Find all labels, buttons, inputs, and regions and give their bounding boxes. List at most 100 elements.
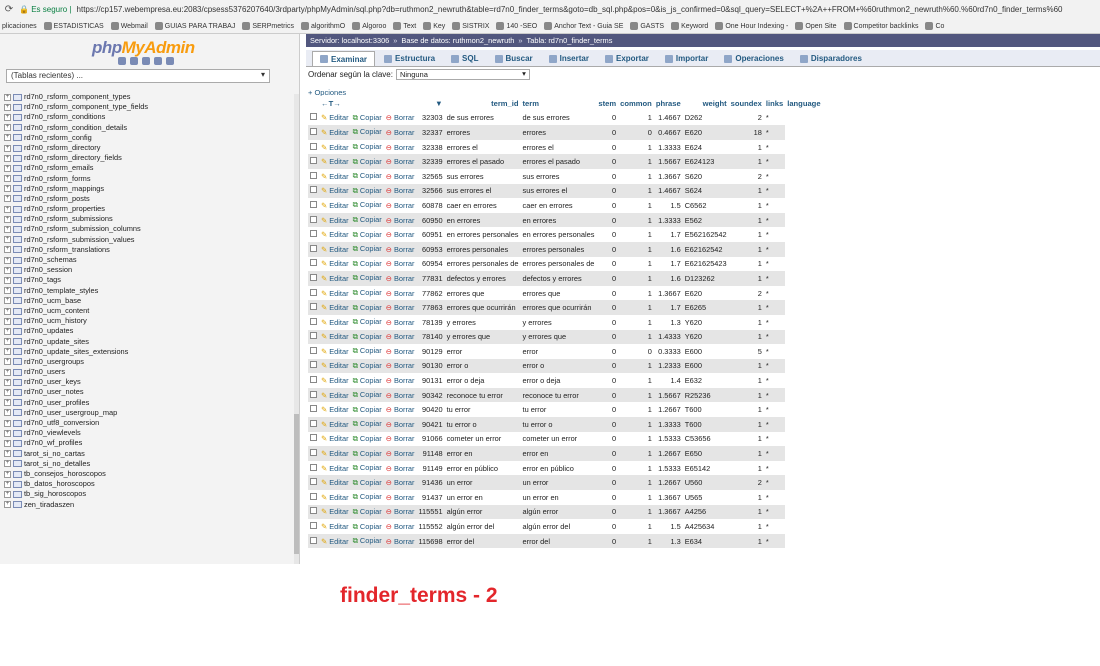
row-delete-link[interactable]: ⊖ Borrar (386, 493, 415, 502)
row-delete-link[interactable]: ⊖ Borrar (386, 434, 415, 443)
bookmark-item[interactable]: Webmail (110, 22, 148, 30)
sidebar-table-item[interactable]: + rd7n0_users (4, 367, 294, 377)
sidebar-table-item[interactable]: + rd7n0_session (4, 265, 294, 275)
sidebar-table-item[interactable]: + rd7n0_user_profiles (4, 398, 294, 408)
row-delete-link[interactable]: ⊖ Borrar (386, 537, 415, 546)
row-copy-link[interactable]: ⧉ Copiar (353, 215, 382, 224)
row-copy-link[interactable]: ⧉ Copiar (353, 127, 382, 136)
row-delete-link[interactable]: ⊖ Borrar (386, 289, 415, 298)
expand-icon[interactable]: + (4, 226, 11, 234)
row-delete-link[interactable]: ⊖ Borrar (386, 318, 415, 327)
sidebar-table-item[interactable]: + rd7n0_template_styles (4, 286, 294, 296)
phpmyadmin-logo[interactable]: phpMyAdmin (92, 38, 195, 58)
sidebar-table-item[interactable]: + rd7n0_rsform_directory (4, 143, 294, 153)
row-copy-link[interactable]: ⧉ Copiar (353, 317, 382, 326)
tab-buscar[interactable]: Buscar (488, 51, 540, 66)
sidebar-table-item[interactable]: + rd7n0_updates (4, 326, 294, 336)
expand-icon[interactable]: + (4, 338, 11, 346)
bookmark-item[interactable]: SERPmetrics (242, 22, 294, 30)
row-edit-link[interactable]: ✎ Editar (321, 128, 349, 137)
row-copy-link[interactable]: ⧉ Copiar (353, 405, 382, 414)
row-delete-link[interactable]: ⊖ Borrar (386, 201, 415, 210)
sidebar-table-item[interactable]: + rd7n0_wf_profiles (4, 438, 294, 448)
sidebar-table-item[interactable]: + rd7n0_viewlevels (4, 428, 294, 438)
row-edit-link[interactable]: ✎ Editar (321, 420, 349, 429)
column-header-stem[interactable]: stem (596, 96, 619, 111)
tab-examinar[interactable]: Examinar (312, 51, 376, 66)
row-edit-link[interactable]: ✎ Editar (321, 434, 349, 443)
row-edit-link[interactable]: ✎ Editar (321, 259, 349, 268)
expand-icon[interactable]: + (4, 490, 11, 498)
row-checkbox[interactable] (310, 419, 317, 427)
row-copy-link[interactable]: ⧉ Copiar (353, 244, 382, 253)
expand-icon[interactable]: + (4, 307, 11, 315)
sidebar-table-item[interactable]: + rd7n0_ucm_base (4, 296, 294, 306)
row-delete-link[interactable]: ⊖ Borrar (386, 376, 415, 385)
row-delete-link[interactable]: ⊖ Borrar (386, 113, 415, 122)
row-delete-link[interactable]: ⊖ Borrar (386, 216, 415, 225)
row-edit-link[interactable]: ✎ Editar (321, 186, 349, 195)
expand-icon[interactable]: + (4, 460, 11, 468)
row-copy-link[interactable]: ⧉ Copiar (353, 186, 382, 195)
row-copy-link[interactable]: ⧉ Copiar (353, 288, 382, 297)
row-copy-link[interactable]: ⧉ Copiar (353, 419, 382, 428)
row-checkbox[interactable] (310, 171, 317, 179)
bookmark-item[interactable]: Key (423, 22, 445, 30)
expand-icon[interactable]: + (4, 399, 11, 407)
bookmark-item[interactable]: One Hour Indexing - (715, 22, 788, 30)
bookmark-item[interactable]: Co (925, 22, 944, 30)
expand-icon[interactable]: + (4, 266, 11, 274)
row-edit-link[interactable]: ✎ Editar (321, 391, 349, 400)
row-edit-link[interactable]: ✎ Editar (321, 157, 349, 166)
column-header-language[interactable]: language (785, 96, 823, 111)
tab-disparadores[interactable]: Disparadores (793, 51, 869, 66)
row-edit-link[interactable]: ✎ Editar (321, 332, 349, 341)
expand-icon[interactable]: + (4, 236, 11, 244)
sidebar-table-item[interactable]: + rd7n0_user_usergroup_map (4, 408, 294, 418)
expand-icon[interactable]: + (4, 134, 11, 142)
row-checkbox[interactable] (310, 317, 317, 325)
tab-importar[interactable]: Importar (658, 51, 715, 66)
row-copy-link[interactable]: ⧉ Copiar (353, 390, 382, 399)
row-delete-link[interactable]: ⊖ Borrar (386, 522, 415, 531)
expand-icon[interactable]: + (4, 215, 11, 223)
home-icon[interactable] (118, 57, 126, 65)
recent-tables-select[interactable]: (Tablas recientes) ... (6, 69, 270, 83)
sidebar-table-item[interactable]: + rd7n0_rsform_mappings (4, 184, 294, 194)
expand-icon[interactable]: + (4, 450, 11, 458)
row-copy-link[interactable]: ⧉ Copiar (353, 434, 382, 443)
sidebar-table-item[interactable]: + rd7n0_rsform_translations (4, 245, 294, 255)
breadcrumb-server[interactable]: Servidor: localhost:3306 (310, 36, 389, 45)
expand-icon[interactable]: + (4, 256, 11, 264)
sidebar-table-item[interactable]: + tarot_si_no_detalles (4, 459, 294, 469)
expand-icon[interactable]: + (4, 185, 11, 193)
bookmark-item[interactable]: Competitor backlinks (843, 22, 918, 30)
row-edit-link[interactable]: ✎ Editar (321, 303, 349, 312)
row-edit-link[interactable]: ✎ Editar (321, 478, 349, 487)
row-checkbox[interactable] (310, 507, 317, 515)
row-checkbox[interactable] (310, 142, 317, 150)
row-delete-link[interactable]: ⊖ Borrar (386, 230, 415, 239)
row-delete-link[interactable]: ⊖ Borrar (386, 143, 415, 152)
sidebar-table-item[interactable]: + tb_sig_horoscopos (4, 489, 294, 499)
row-checkbox[interactable] (310, 405, 317, 413)
row-copy-link[interactable]: ⧉ Copiar (353, 522, 382, 531)
expand-icon[interactable]: + (4, 358, 11, 366)
docs-icon[interactable] (154, 57, 162, 65)
row-copy-link[interactable]: ⧉ Copiar (353, 346, 382, 355)
sidebar-table-item[interactable]: + rd7n0_rsform_conditions (4, 112, 294, 122)
row-copy-link[interactable]: ⧉ Copiar (353, 142, 382, 151)
url-text[interactable]: https://cp157.webempresa.eu:2083/cpsess5… (77, 5, 1063, 14)
sidebar-table-item[interactable]: + rd7n0_utf8_conversion (4, 418, 294, 428)
row-delete-link[interactable]: ⊖ Borrar (386, 507, 415, 516)
row-checkbox[interactable] (310, 449, 317, 457)
row-checkbox[interactable] (310, 215, 317, 223)
row-edit-link[interactable]: ✎ Editar (321, 245, 349, 254)
row-copy-link[interactable]: ⧉ Copiar (353, 376, 382, 385)
breadcrumb-database[interactable]: Base de datos: ruthmon2_newruth (401, 36, 514, 45)
row-checkbox[interactable] (310, 492, 317, 500)
row-checkbox[interactable] (310, 157, 317, 165)
bookmark-item[interactable]: Open Site (795, 22, 837, 30)
row-edit-link[interactable]: ✎ Editar (321, 113, 349, 122)
row-checkbox[interactable] (310, 244, 317, 252)
